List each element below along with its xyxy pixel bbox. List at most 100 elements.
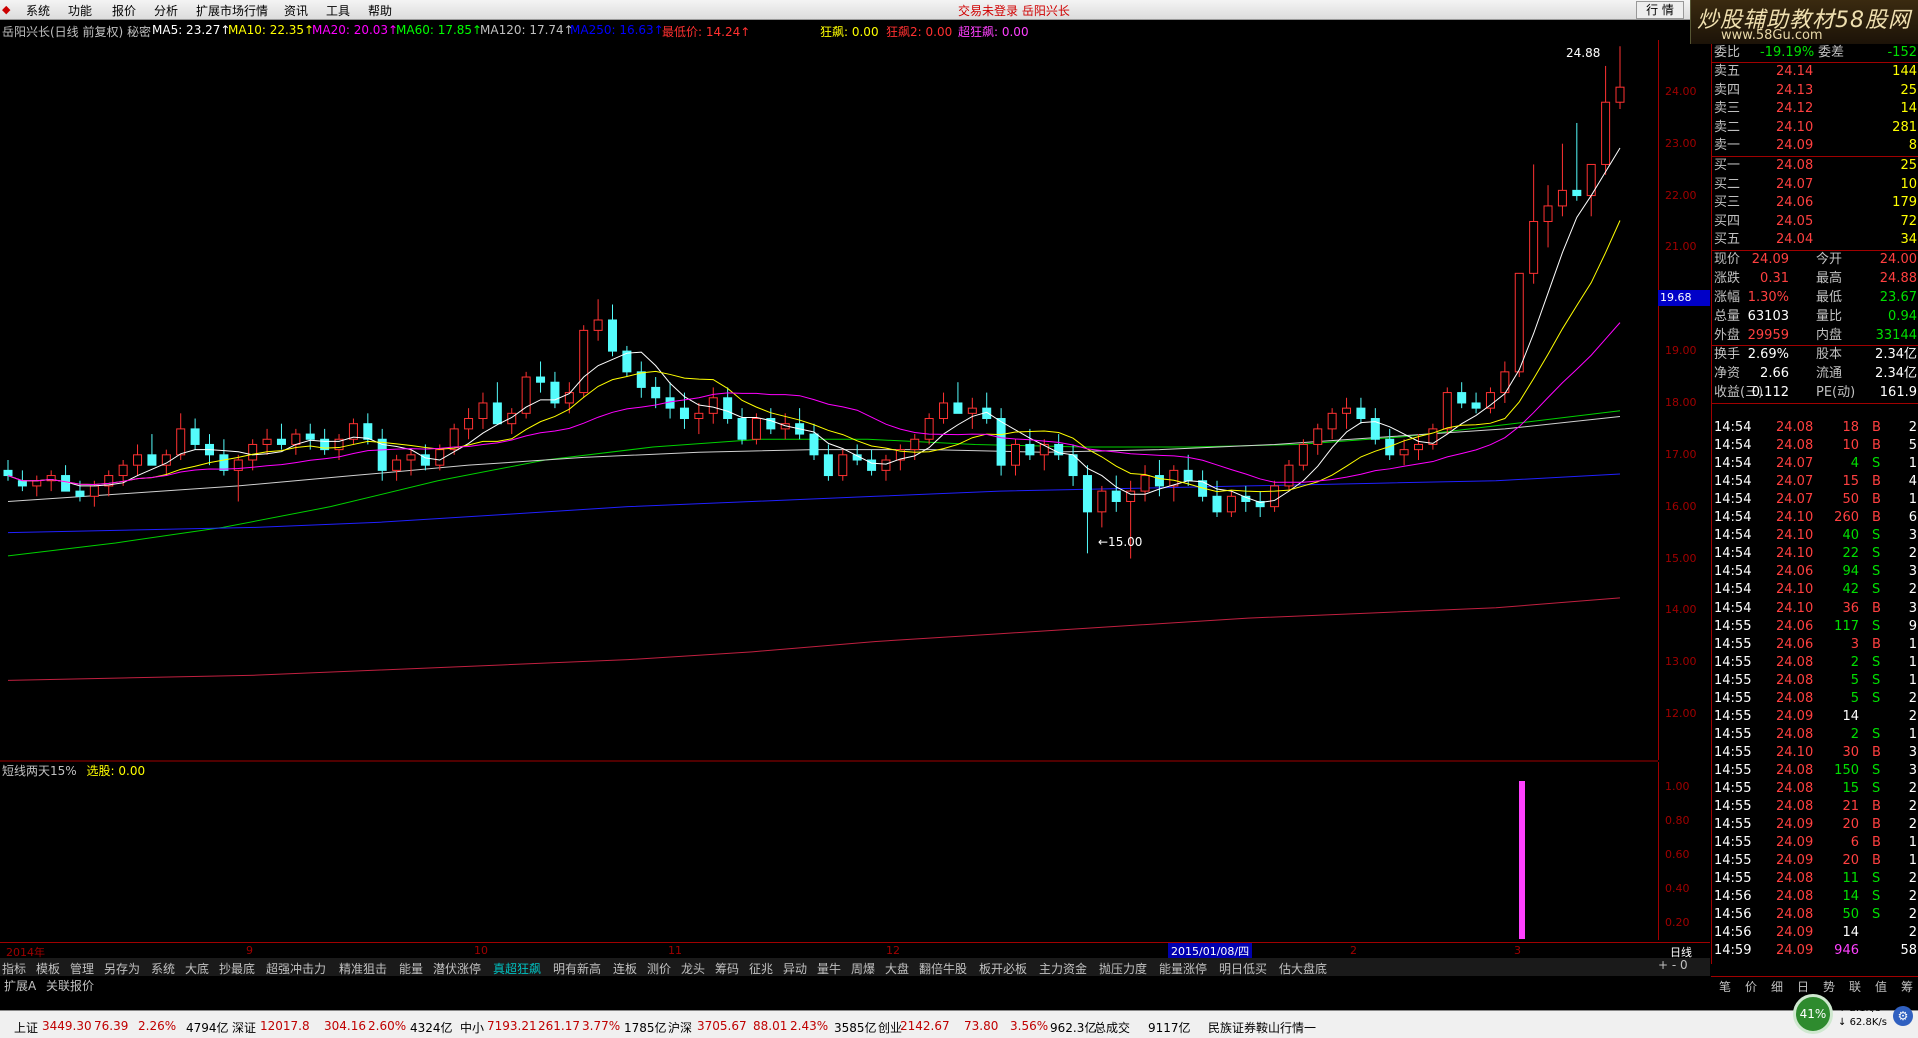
settings-icon[interactable]: ⚙ (1893, 1006, 1913, 1026)
tab-9[interactable]: 能量 (399, 960, 423, 977)
panel-tab-1[interactable]: 价 (1745, 978, 1757, 995)
tick-time: 14:54 (1714, 510, 1752, 526)
tab-27[interactable]: 明日低买 (1219, 960, 1267, 977)
candle (1557, 143, 1567, 217)
menu-analysis[interactable]: 分析 (154, 2, 178, 19)
tab-13[interactable]: 连板 (613, 960, 637, 977)
tab-3[interactable]: 另存为 (104, 960, 140, 977)
tick-volume: 5 (1850, 672, 1859, 688)
sell-row: 卖五 24.14 144 (1712, 63, 1918, 81)
tick-time: 14:55 (1714, 835, 1752, 851)
tab-0[interactable]: 指标 (2, 960, 26, 977)
candle (1313, 423, 1323, 455)
menu-extended-market[interactable]: 扩展市场行情 (196, 2, 268, 19)
tab-related-quote[interactable]: 关联报价 (46, 977, 94, 994)
stat-value: 2.69% (1747, 347, 1789, 362)
tick-time: 14:56 (1714, 889, 1752, 905)
panel-tab-7[interactable]: 筹 (1901, 978, 1913, 995)
tab-22[interactable]: 翻倍牛股 (919, 960, 967, 977)
panel-tab-2[interactable]: 细 (1771, 978, 1783, 995)
candle (276, 423, 286, 450)
tab-18[interactable]: 异动 (783, 960, 807, 977)
net-up: ↑ 2.1K/s (1838, 1003, 1881, 1014)
tab-11[interactable]: 真超狂飙 (493, 960, 541, 977)
tick-price: 24.08 (1776, 726, 1814, 742)
panel-tab-0[interactable]: 笔 (1719, 978, 1731, 995)
tick-price: 24.10 (1776, 600, 1814, 616)
tab-15[interactable]: 龙头 (681, 960, 705, 977)
tick-side: B (1872, 835, 1881, 851)
buy-label: 买一 (1714, 158, 1741, 173)
menu-help[interactable]: 帮助 (368, 2, 392, 19)
stat-label: 净资 (1714, 366, 1741, 381)
tab-24[interactable]: 主力资金 (1039, 960, 1087, 977)
tick-count: 3 (1908, 564, 1917, 580)
panel-tab-4[interactable]: 势 (1823, 978, 1835, 995)
panel-tab-6[interactable]: 值 (1875, 978, 1887, 995)
tick-count: 3 (1908, 762, 1917, 778)
tick-side: B (1872, 744, 1881, 760)
tab-1[interactable]: 模板 (36, 960, 60, 977)
tab-5[interactable]: 大底 (185, 960, 209, 977)
stat-row: 涨幅 1.30% 最低 23.67 (1712, 289, 1918, 307)
tab-8[interactable]: 精准狙击 (339, 960, 387, 977)
tab-12[interactable]: 明有新高 (553, 960, 601, 977)
buy-price: 24.04 (1776, 232, 1814, 248)
candle (219, 439, 229, 476)
menu-system[interactable]: 系统 (26, 2, 50, 19)
tab-25[interactable]: 抛压力度 (1099, 960, 1147, 977)
tab-10[interactable]: 潜伏涨停 (433, 960, 481, 977)
tick-price: 24.09 (1776, 708, 1814, 724)
tick-price: 24.09 (1776, 853, 1814, 869)
quote-button[interactable]: 行 情 (1636, 1, 1684, 19)
candle (1284, 460, 1294, 492)
panel-tab-5[interactable]: 联 (1849, 978, 1861, 995)
tab-4[interactable]: 系统 (151, 960, 175, 977)
sell-label: 卖二 (1714, 119, 1741, 135)
tick-row: 14:55 24.06 3 B 1 (1712, 636, 1918, 654)
menu-news[interactable]: 资讯 (284, 2, 308, 19)
tick-count: 1 (1908, 672, 1917, 688)
kline-chart[interactable]: 24.88 ←15.00 (0, 21, 1658, 941)
tick-time: 14:54 (1714, 420, 1752, 435)
stat-value: 24.88 (1879, 271, 1917, 286)
menu-function[interactable]: 功能 (68, 2, 92, 19)
tick-side: S (1872, 781, 1881, 796)
tab-26[interactable]: 能量涨停 (1159, 960, 1207, 977)
tab-17[interactable]: 征兆 (749, 960, 773, 977)
tick-side: S (1872, 528, 1881, 544)
tick-price: 24.06 (1776, 564, 1814, 580)
menu-quote[interactable]: 报价 (112, 2, 136, 19)
tab-7[interactable]: 超强冲击力 (266, 960, 326, 977)
buy-row: 买三 24.06 179 (1712, 194, 1918, 212)
tab-23[interactable]: 板开必板 (979, 960, 1027, 977)
tick-row: 14:54 24.07 15 B 4 (1712, 473, 1918, 491)
tab-14[interactable]: 测价 (647, 960, 671, 977)
tab-extend-a[interactable]: 扩展A (4, 977, 36, 994)
menu-tools[interactable]: 工具 (326, 2, 350, 19)
tick-side: B (1872, 799, 1881, 815)
tab-28[interactable]: 估大盘底 (1279, 960, 1327, 977)
zoom-controls[interactable]: + - 0 (1658, 958, 1710, 976)
tab-16[interactable]: 筹码 (715, 960, 739, 977)
tab-20[interactable]: 周爆 (851, 960, 875, 977)
status-item: 88.01 (753, 1019, 788, 1033)
buy-row: 买五 24.04 34 (1712, 231, 1918, 249)
tick-volume: 50 (1842, 907, 1859, 923)
tab-19[interactable]: 量牛 (817, 960, 841, 977)
tab-21[interactable]: 大盘 (885, 960, 909, 977)
candle (1198, 470, 1208, 502)
tab-6[interactable]: 抄最底 (219, 960, 255, 977)
candle (1068, 444, 1078, 486)
tick-row: 14:54 24.10 42 S 2 (1712, 581, 1918, 599)
net-down: ↓ 62.8K/s (1838, 1017, 1887, 1028)
tab-2[interactable]: 管理 (70, 960, 94, 977)
stat-value: 29959 (1747, 328, 1789, 343)
tick-row: 14:55 24.09 6 B 1 (1712, 834, 1918, 852)
low-marker: ←15.00 (1098, 535, 1142, 549)
panel-tab-3[interactable]: 日 (1797, 978, 1809, 995)
stat-row: 收益(三) 0.112 PE(动) 161.9 (1712, 384, 1918, 402)
sell-label: 卖四 (1714, 82, 1741, 98)
tick-count: 6 (1908, 510, 1917, 526)
menu-bar: ◆ 系统 功能 报价 分析 扩展市场行情 资讯 工具 帮助 交易未登录 岳阳兴长… (0, 0, 1918, 20)
